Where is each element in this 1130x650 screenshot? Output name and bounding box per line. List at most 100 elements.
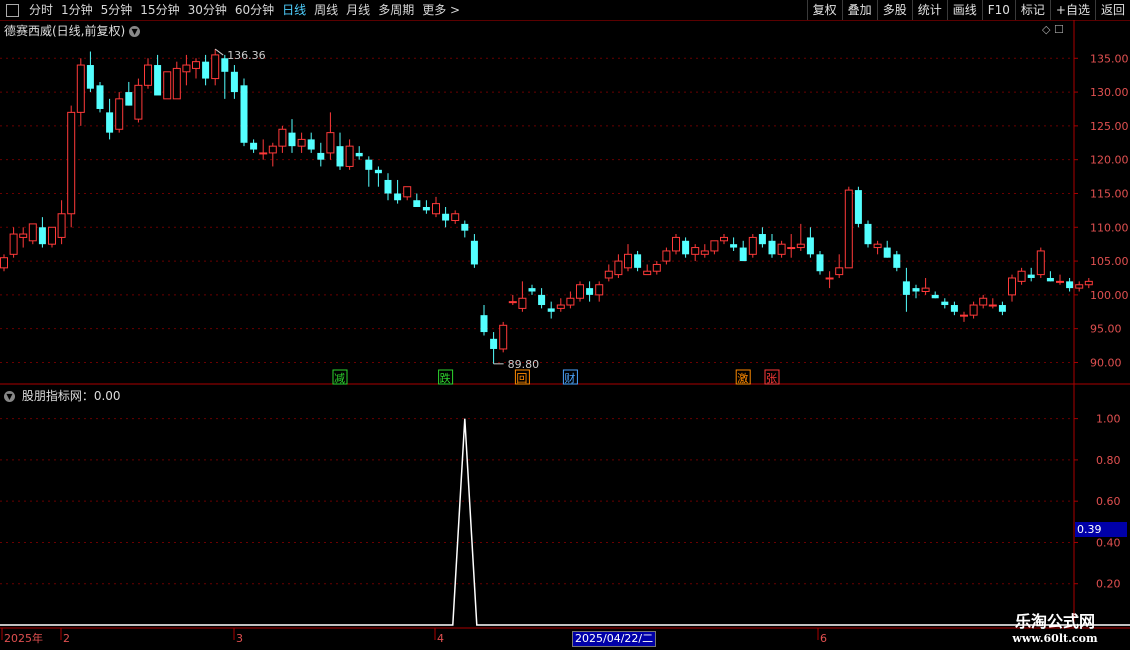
indicator-tick-label: 0.60 <box>1096 495 1121 508</box>
x-tick-label: 6 <box>820 632 827 645</box>
candle-body <box>1084 280 1093 286</box>
candle-body <box>854 190 862 224</box>
candle-body <box>873 243 882 249</box>
candle-body <box>28 223 37 242</box>
signal-marker: 回 <box>516 372 527 385</box>
candle-body <box>528 288 536 292</box>
candle-body <box>710 240 719 252</box>
kline-chart[interactable]: 135.00 130.00 125.00 120.00 115.00 110.00 105.… <box>0 0 1130 650</box>
candle-body <box>682 240 690 255</box>
candle-body <box>508 301 517 304</box>
candle-body <box>950 305 958 312</box>
candle-body <box>941 301 949 306</box>
candle-body <box>556 304 565 309</box>
watermark-logo: 乐淘公式网 www.60lt.com <box>985 608 1125 648</box>
candle-body <box>1066 281 1074 289</box>
indicator-tick-label: 1.00 <box>1096 413 1121 426</box>
candle-body <box>1056 280 1064 283</box>
y-tick-label: 105.00 <box>1090 255 1129 268</box>
candle-body <box>538 294 546 306</box>
candle-body <box>9 233 18 255</box>
candle-body <box>566 297 575 306</box>
candle-body <box>672 236 680 252</box>
x-tick-label: 4 <box>437 632 444 645</box>
candle-body <box>979 297 988 306</box>
y-tick-label: 125.00 <box>1090 120 1129 133</box>
candle-body <box>355 152 363 157</box>
candle-body <box>576 284 584 299</box>
indicator-tick-label: 0.20 <box>1096 578 1121 591</box>
candle-body <box>67 111 76 215</box>
signal-marker: 减 <box>334 372 345 385</box>
candle-body <box>172 67 181 100</box>
candle-body <box>691 247 700 255</box>
candle-body <box>730 244 738 248</box>
candle-body <box>1046 277 1054 282</box>
candle-body <box>768 240 776 255</box>
indicator-tick-label: 0.80 <box>1096 454 1121 467</box>
max-pointer <box>214 48 224 56</box>
candle-body <box>893 254 901 268</box>
logo-line2: www.60lt.com <box>1012 632 1098 645</box>
candle-body <box>240 85 248 143</box>
candle-body <box>76 64 85 113</box>
candle-body <box>720 236 728 242</box>
candle-body <box>259 152 268 155</box>
candle-body <box>634 254 642 268</box>
x-tick-label: 3 <box>236 632 243 645</box>
candle-body <box>451 213 460 222</box>
y-tick-label: 90.00 <box>1090 356 1122 369</box>
signal-marker: 张 <box>766 372 777 385</box>
candle-body <box>1027 274 1035 278</box>
candle-body <box>461 223 469 231</box>
candle-body <box>777 243 786 255</box>
x-tick-label: 2025年 <box>4 631 43 645</box>
candle-body <box>106 112 114 133</box>
candle-body <box>96 85 104 109</box>
candle-body <box>547 308 555 312</box>
candle-body <box>0 257 8 269</box>
candle-body <box>48 226 56 245</box>
candle-body <box>652 263 661 272</box>
y-tick-label: 110.00 <box>1090 221 1129 234</box>
candle-body <box>748 236 757 255</box>
candle-body <box>336 146 344 167</box>
indicator-tick-label: 0.40 <box>1096 536 1121 549</box>
candle-body <box>202 61 210 79</box>
x-tick-label: 2 <box>63 632 70 645</box>
candle-body <box>883 247 891 258</box>
candle-body <box>662 250 671 262</box>
candle-body <box>115 98 124 130</box>
logo-line1: 乐淘公式网 <box>1014 612 1095 631</box>
y-tick-label: 130.00 <box>1090 86 1129 99</box>
y-tick-label: 135.00 <box>1090 52 1129 65</box>
candle-body <box>432 203 440 215</box>
candle-body <box>154 65 162 96</box>
candle-body <box>19 233 28 238</box>
candle-body <box>614 260 623 276</box>
max-price-label: 136.36 <box>227 49 266 62</box>
candle-body <box>182 64 191 73</box>
candle-body <box>787 247 796 250</box>
signal-marker: 跌 <box>440 371 451 385</box>
signal-marker: 财 <box>564 371 575 385</box>
candle-body <box>586 288 594 295</box>
candle-body <box>413 200 421 207</box>
candle-body <box>499 324 508 350</box>
indicator-line <box>0 418 1130 626</box>
candle-body <box>1075 284 1084 289</box>
candle-body <box>345 145 354 167</box>
candle-body <box>384 179 392 194</box>
candle-body <box>960 314 968 317</box>
signal-marker: 激 <box>737 371 748 385</box>
candle-body <box>250 142 258 150</box>
candle-body <box>374 169 382 174</box>
candle-body <box>796 243 805 249</box>
candle-body <box>192 61 200 69</box>
y-tick-label: 100.00 <box>1090 289 1129 302</box>
indicator-value-box: 0.39 <box>1075 522 1127 537</box>
y-tick-label: 95.00 <box>1090 323 1122 336</box>
candle-body <box>1017 270 1026 282</box>
y-tick-label: 120.00 <box>1090 154 1129 167</box>
candle-body <box>825 277 834 280</box>
